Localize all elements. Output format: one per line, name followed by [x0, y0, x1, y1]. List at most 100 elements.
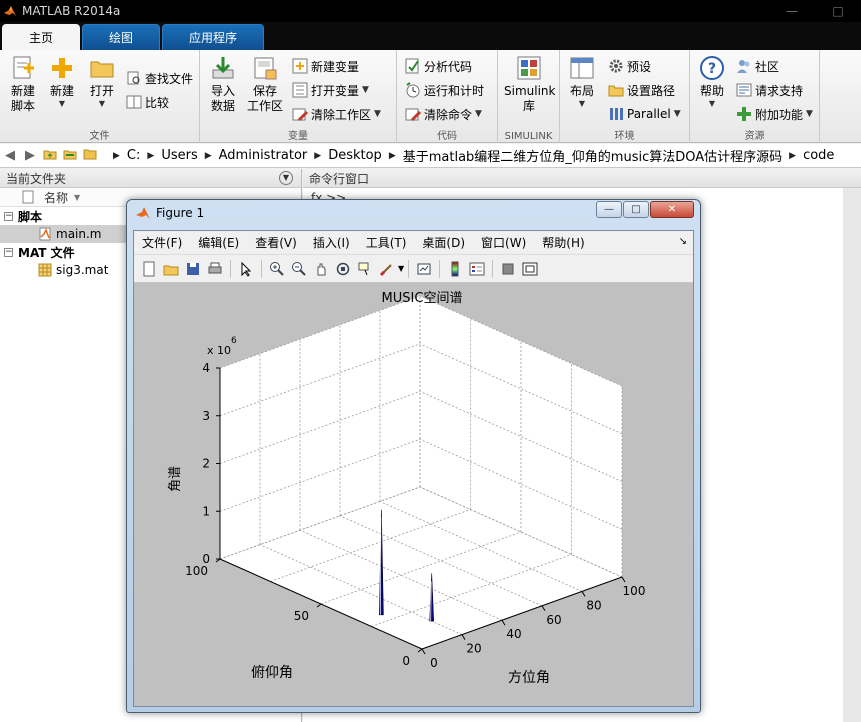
- menu-window[interactable]: 窗口(W): [473, 234, 534, 251]
- menu-tools[interactable]: 工具(T): [358, 234, 415, 251]
- x-tick: [581, 591, 586, 597]
- compare-button[interactable]: 比较: [126, 92, 169, 112]
- tab-apps[interactable]: 应用程序: [162, 24, 265, 50]
- analyze-code-label: 分析代码: [424, 59, 473, 74]
- save-workspace-button[interactable]: 保存 工作区: [246, 55, 284, 114]
- pan-icon[interactable]: [310, 258, 332, 280]
- back-arrow-icon[interactable]: ◀: [0, 148, 20, 163]
- pointer-icon[interactable]: [235, 258, 257, 280]
- help-button[interactable]: ? 帮助 ▼: [696, 55, 728, 108]
- add-ons-label: 附加功能: [755, 107, 804, 122]
- svg-text:?: ?: [708, 61, 716, 77]
- toolbar-separator: [492, 259, 494, 278]
- clear-workspace-button[interactable]: 清除工作区 ▼: [292, 104, 381, 124]
- set-path-button[interactable]: 设置路径: [608, 80, 675, 100]
- community-button[interactable]: 社区: [736, 56, 779, 76]
- new-script-label: 新建 脚本: [10, 84, 35, 113]
- legend-icon[interactable]: [466, 258, 488, 280]
- breadcrumb-item[interactable]: Administrator: [219, 148, 308, 163]
- hide-plot-tools-icon[interactable]: [497, 258, 519, 280]
- y-tick: [316, 603, 322, 608]
- zoom-in-icon[interactable]: [266, 258, 288, 280]
- open-file-icon[interactable]: [160, 258, 182, 280]
- chevron-down-icon: ▼: [362, 85, 369, 95]
- y-tick-label: 50: [294, 609, 309, 623]
- show-plot-tools-icon[interactable]: [519, 258, 541, 280]
- chevron-down-icon: ▼: [475, 109, 482, 119]
- breadcrumb-item[interactable]: Users: [161, 148, 197, 163]
- command-window-title: 命令行窗口: [309, 171, 370, 186]
- dock-arrow-icon[interactable]: ↘: [679, 236, 687, 247]
- menu-help[interactable]: 帮助(H): [534, 234, 592, 251]
- axes-grid: [219, 295, 623, 650]
- open-button[interactable]: 打开 ▼: [86, 55, 118, 108]
- browse-folder-icon[interactable]: [60, 147, 80, 165]
- minimize-icon[interactable]: —: [596, 201, 622, 218]
- rotate-3d-icon[interactable]: [332, 258, 354, 280]
- parallel-button[interactable]: Parallel ▼: [608, 104, 681, 124]
- menu-desktop[interactable]: 桌面(D): [414, 234, 473, 251]
- code-group: 分析代码 运行和计时 清除命令 ▼ 代码: [397, 50, 498, 143]
- breadcrumb-item[interactable]: code: [803, 148, 834, 163]
- menu-file[interactable]: 文件(F): [134, 234, 190, 251]
- sort-arrow-icon: ▼: [74, 192, 81, 202]
- import-data-button[interactable]: 导入 数据: [206, 55, 240, 114]
- new-variable-button[interactable]: 新建变量: [292, 56, 359, 76]
- compare-label: 比较: [145, 95, 170, 110]
- close-icon[interactable]: ✕: [650, 201, 694, 218]
- find-files-label: 查找文件: [145, 71, 194, 86]
- open-variable-button[interactable]: 打开变量 ▼: [292, 80, 369, 100]
- breadcrumb-item[interactable]: Desktop: [328, 148, 382, 163]
- zoom-out-icon[interactable]: [288, 258, 310, 280]
- print-icon[interactable]: [204, 258, 226, 280]
- mat-file-icon: [38, 263, 52, 277]
- ribbon-tab-strip: 主页 绘图 应用程序: [0, 22, 861, 50]
- layout-button[interactable]: 布局 ▼: [566, 55, 598, 108]
- tab-home[interactable]: 主页: [2, 24, 81, 50]
- simulink-library-button[interactable]: Simulink 库: [504, 55, 555, 114]
- run-and-time-button[interactable]: 运行和计时: [405, 80, 484, 100]
- clear-workspace-label: 清除工作区: [311, 107, 372, 122]
- z-exponent-label: x 10: [207, 344, 231, 357]
- scrollbar[interactable]: [843, 188, 861, 722]
- panel-actions-icon[interactable]: ▼: [279, 171, 293, 185]
- preferences-label: 预设: [627, 59, 652, 74]
- menu-view[interactable]: 查看(V): [247, 234, 305, 251]
- maximize-icon[interactable]: □: [623, 201, 649, 218]
- collapse-icon[interactable]: −: [4, 211, 13, 221]
- new-button[interactable]: 新建 ▼: [46, 55, 78, 108]
- link-plot-icon[interactable]: [413, 258, 435, 280]
- file-column-icon: [22, 190, 34, 204]
- y-axis-label: 俯仰角: [251, 665, 293, 681]
- collapse-icon[interactable]: −: [4, 247, 13, 257]
- x-tick: [501, 619, 506, 626]
- z-axis-label: 角谱: [168, 466, 183, 492]
- matlab-logo-icon: [4, 6, 16, 16]
- chevron-down-icon[interactable]: ▼: [398, 264, 404, 273]
- breadcrumb-item[interactable]: 基于matlab编程二维方位角_仰角的music算法DOA估计程序源码: [403, 146, 782, 165]
- up-folder-icon[interactable]: [40, 147, 60, 165]
- new-script-button[interactable]: 新建 脚本: [6, 55, 40, 114]
- colorbar-icon[interactable]: [444, 258, 466, 280]
- preferences-button[interactable]: 预设: [608, 56, 651, 76]
- x-tick: [461, 634, 466, 640]
- add-ons-button[interactable]: 附加功能 ▼: [736, 104, 813, 124]
- minimize-icon[interactable]: —: [769, 4, 815, 18]
- analyze-code-button[interactable]: 分析代码: [405, 56, 472, 76]
- forward-arrow-icon[interactable]: ▶: [20, 148, 40, 163]
- new-plus-icon: [52, 58, 72, 78]
- new-figure-icon[interactable]: [138, 258, 160, 280]
- music-spectrum-chart[interactable]: 02040608010005010001234 MUSIC空间谱 x 10 6 …: [134, 284, 693, 706]
- breadcrumb-item[interactable]: C:: [127, 148, 140, 163]
- data-cursor-icon[interactable]: [354, 258, 376, 280]
- menu-insert[interactable]: 插入(I): [305, 234, 358, 251]
- save-icon[interactable]: [182, 258, 204, 280]
- tab-plots[interactable]: 绘图: [82, 24, 161, 50]
- clear-commands-button[interactable]: 清除命令 ▼: [405, 104, 482, 124]
- figure-menu-bar: 文件(F) 编辑(E) 查看(V) 插入(I) 工具(T) 桌面(D) 窗口(W…: [134, 231, 693, 255]
- maximize-icon[interactable]: □: [815, 4, 861, 18]
- brush-icon[interactable]: [376, 258, 398, 280]
- menu-edit[interactable]: 编辑(E): [190, 234, 247, 251]
- request-support-button[interactable]: 请求支持: [736, 80, 803, 100]
- find-files-button[interactable]: 查找文件: [126, 68, 193, 88]
